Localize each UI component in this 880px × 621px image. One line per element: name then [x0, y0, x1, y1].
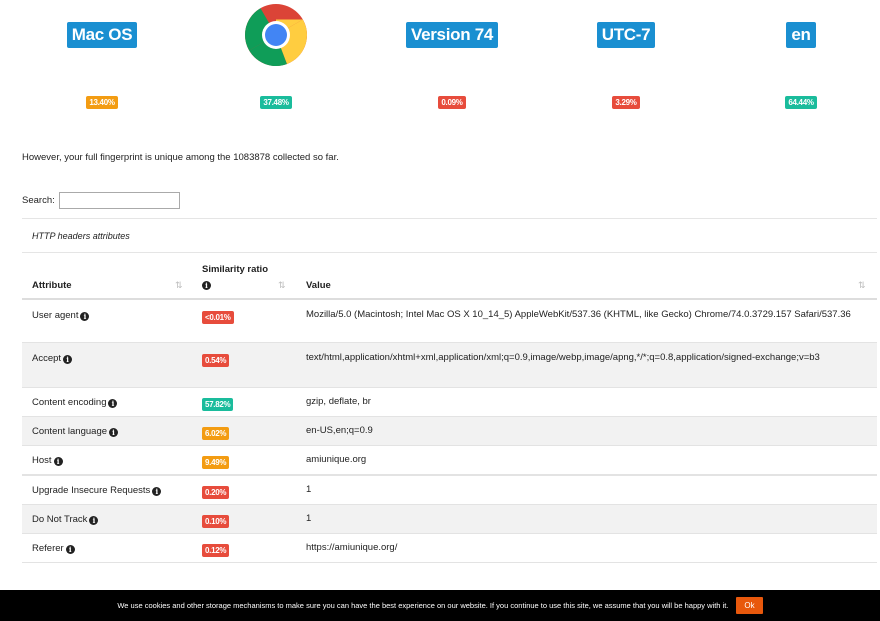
column-header-similarity[interactable]: Similarity ratio — [202, 264, 268, 275]
os-badge: Mac OS — [66, 22, 138, 48]
cookie-banner: We use cookies and other storage mechani… — [0, 590, 880, 621]
browser-pct-badge: 37.48% — [260, 96, 292, 109]
language-badge: en — [786, 22, 816, 48]
table-row: Host i 9.49% amiunique.org — [22, 446, 877, 475]
info-icon[interactable]: i — [53, 457, 63, 466]
sort-icon[interactable]: ⇅ — [278, 280, 286, 291]
version-column: Version 74 — [392, 22, 512, 48]
attribute-label: Content language i — [32, 426, 119, 437]
similarity-badge: 0.10% — [202, 515, 230, 528]
attribute-value: text/html,application/xhtml+xml,applicat… — [306, 352, 820, 363]
info-icon[interactable]: i — [202, 281, 211, 290]
attribute-label: Content encoding i — [32, 397, 118, 408]
similarity-badge: 0.12% — [202, 544, 230, 557]
attribute-label: Do Not Track i — [32, 514, 99, 525]
attribute-label: Accept i — [32, 353, 73, 364]
cookie-ok-button[interactable]: Ok — [736, 597, 763, 614]
info-icon[interactable]: i — [80, 312, 90, 321]
similarity-badge: 9.49% — [202, 456, 230, 469]
timezone-pct-badge: 3.29% — [612, 96, 640, 109]
table-row: Do Not Track i 0.10% 1 — [22, 505, 877, 534]
table-row: User agent i <0.01% Mozilla/5.0 (Macintos… — [22, 300, 877, 343]
version-badge: Version 74 — [405, 22, 499, 48]
timezone-badge: UTC-7 — [596, 22, 656, 48]
sort-icon[interactable]: ⇅ — [858, 280, 866, 291]
info-icon[interactable]: i — [89, 516, 99, 525]
search-row: Search: — [22, 192, 180, 209]
os-column: Mac OS — [42, 22, 162, 48]
divider — [22, 252, 877, 253]
attributes-table: Attribute ⇅ Similarity ratio i ⇅ Value ⇅… — [22, 256, 877, 563]
attribute-label: Upgrade Insecure Requests i — [32, 485, 162, 496]
attribute-value: amiunique.org — [306, 454, 367, 465]
version-pct-badge: 0.09% — [438, 96, 466, 109]
fingerprint-unique-text: However, your full fingerprint is unique… — [22, 152, 339, 163]
attribute-value: https://amiunique.org/ — [306, 542, 398, 553]
similarity-badge: 0.54% — [202, 354, 230, 367]
attribute-label: Referer i — [32, 543, 75, 554]
summary-section: Mac OS Version 74 UTC-7 en 13.40% 37.48%… — [0, 0, 880, 130]
chrome-icon — [245, 4, 307, 66]
info-icon[interactable]: i — [152, 487, 162, 496]
similarity-badge: 0.20% — [202, 486, 230, 499]
info-icon[interactable]: i — [63, 355, 73, 364]
table-row: Referer i 0.12% https://amiunique.org/ — [22, 534, 877, 563]
similarity-badge: 57.82% — [202, 398, 234, 411]
language-column: en — [741, 22, 861, 48]
similarity-badge: 6.02% — [202, 427, 230, 440]
info-icon[interactable]: i — [109, 428, 119, 437]
cookie-notice-text: We use cookies and other storage mechani… — [117, 601, 729, 610]
attribute-value: 1 — [306, 513, 312, 524]
attribute-value: Mozilla/5.0 (Macintosh; Intel Mac OS X 1… — [306, 309, 851, 320]
table-row: Content language i 6.02% en-US,en;q=0.9 — [22, 417, 877, 446]
table-row: Content encoding i 57.82% gzip, deflate, … — [22, 388, 877, 417]
info-icon[interactable]: i — [65, 545, 75, 554]
attribute-value: 1 — [306, 484, 312, 495]
section-title: HTTP headers attributes — [32, 231, 130, 241]
divider — [22, 218, 877, 219]
attribute-value: gzip, deflate, br — [306, 396, 371, 407]
attribute-label: Host i — [32, 455, 63, 466]
info-icon[interactable]: i — [108, 399, 118, 408]
table-row: Accept i 0.54% text/html,application/xhtm… — [22, 343, 877, 388]
table-header: Attribute ⇅ Similarity ratio i ⇅ Value ⇅ — [22, 256, 877, 300]
column-header-value[interactable]: Value — [306, 280, 331, 291]
sort-icon[interactable]: ⇅ — [175, 280, 183, 291]
attribute-label: User agent i — [32, 310, 90, 321]
column-header-attribute[interactable]: Attribute — [32, 280, 72, 291]
table-row: Upgrade Insecure Requests i 0.20% 1 — [22, 476, 877, 505]
search-input[interactable] — [58, 192, 180, 209]
timezone-column: UTC-7 — [566, 22, 686, 48]
search-label: Search: — [22, 195, 55, 206]
similarity-badge: <0.01% — [202, 311, 234, 324]
attribute-value: en-US,en;q=0.9 — [306, 425, 373, 436]
language-pct-badge: 64.44% — [785, 96, 817, 109]
os-pct-badge: 13.40% — [86, 96, 118, 109]
